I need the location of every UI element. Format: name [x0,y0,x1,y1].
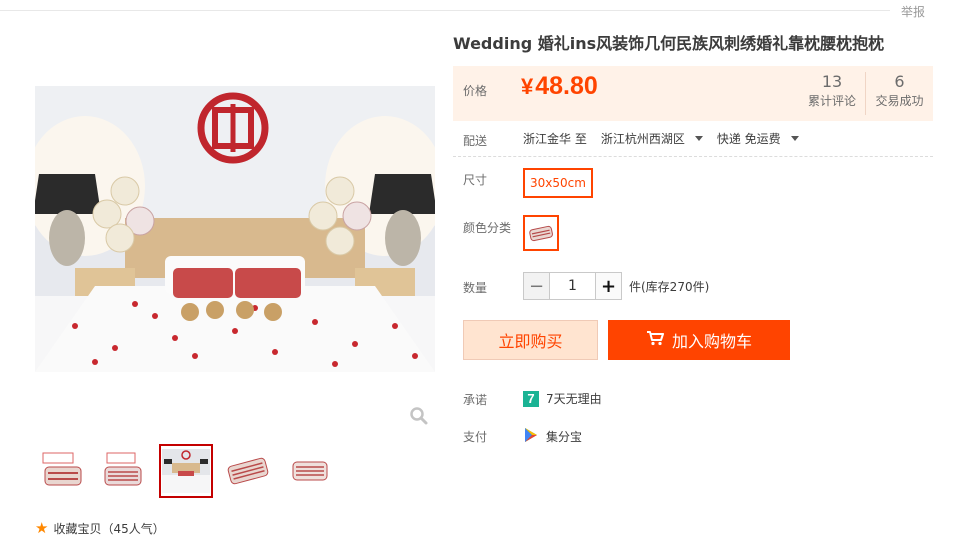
thumbnail[interactable] [97,444,151,498]
chevron-down-icon [790,136,799,141]
shipping-method: 快递 免运费 [716,132,781,146]
quantity-input[interactable]: 1 [550,272,595,300]
color-label: 颜色分类 [463,221,512,235]
size-label: 尺寸 [463,173,488,187]
payment-label: 支付 [463,430,488,444]
payment-row[interactable]: 集分宝 [523,427,582,446]
top-divider [0,10,890,11]
thumbnail[interactable] [35,444,89,498]
price-label: 价格 [463,84,488,98]
add-to-cart-label: 加入购物车 [671,332,752,351]
thumbnail[interactable] [221,444,275,498]
shipping-row: 浙江金华 至 浙江杭州西湖区 快递 免运费 [523,130,799,147]
report-link[interactable]: 举报 [894,3,925,20]
reviews-stat[interactable]: 13 累计评论 [799,72,865,109]
chevron-down-icon [694,136,703,141]
buy-now-button[interactable]: 立即购买 [463,320,598,360]
stock-text: 件(库存270件) [629,279,710,294]
shipping-method-select[interactable]: 快递 免运费 [717,130,799,147]
product-title: Wedding 婚礼ins风装饰几何民族风刺绣婚礼靠枕腰枕抱枕 [453,34,885,53]
thumbnail[interactable] [283,444,337,498]
price-value: ¥48.80 [521,72,598,101]
payment-text: 集分宝 [546,430,583,444]
sales-label: 交易成功 [875,94,924,108]
quantity-label: 数量 [463,281,488,295]
shipping-destination-select[interactable]: 浙江杭州西湖区 [601,130,703,147]
thumbnail-active[interactable] [159,444,213,498]
shipping-label: 配送 [463,134,488,148]
shipping-from: 浙江金华 至 [523,132,587,146]
star-icon: ★ [35,519,49,537]
cart-icon [646,330,664,350]
zoom-icon[interactable] [409,406,429,426]
quantity-increase-button[interactable]: + [595,272,622,300]
add-to-cart-button[interactable]: 加入购物车 [608,320,790,360]
color-option-selected[interactable] [523,215,559,251]
thumbnail-strip [35,444,337,498]
reviews-count: 13 [821,72,843,91]
quantity-stepper: − 1 + 件(库存270件) [523,272,709,300]
size-option-selected[interactable]: 30x50cm [523,168,593,198]
shipping-destination: 浙江杭州西湖区 [600,132,685,146]
jifenbao-icon [523,427,539,446]
price-panel: 价格 ¥48.80 13 累计评论 6 交易成功 [453,66,933,121]
seven-day-return-icon: 7 [523,390,539,407]
main-product-image[interactable] [35,86,435,372]
promise-label: 承诺 [463,393,488,407]
promise-text: 7天无理由 [546,392,602,406]
price-amount: 48.80 [535,72,598,100]
reviews-label: 累计评论 [807,94,856,108]
quantity-decrease-button[interactable]: − [523,272,550,300]
promise-row[interactable]: 7 7天无理由 [523,390,602,407]
sales-count: 6 [894,72,905,91]
sales-stat: 6 交易成功 [865,72,933,115]
divider [453,156,933,157]
favorite-button[interactable]: ★ 收藏宝贝（45人气） [35,520,165,537]
currency-symbol: ¥ [521,74,534,99]
favorite-label: 收藏宝贝（45人气） [53,522,165,536]
